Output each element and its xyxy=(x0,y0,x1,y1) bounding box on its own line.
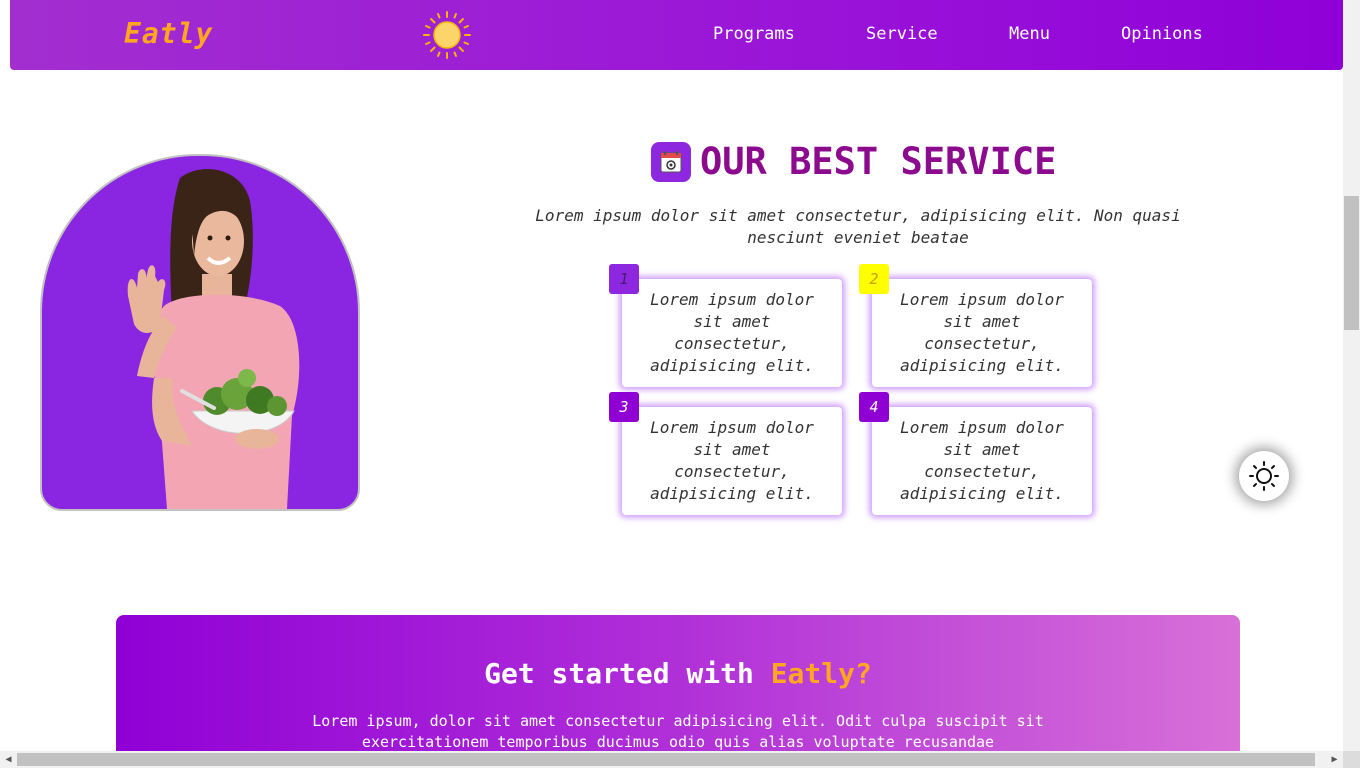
nav-link-menu[interactable]: Menu xyxy=(1009,24,1050,44)
service-card-text: Lorem ipsum dolor sit amet consectetur, … xyxy=(650,418,814,503)
nav-link-service[interactable]: Service xyxy=(866,24,938,44)
section-title: OUR BEST SERVICE xyxy=(700,140,1057,183)
scroll-left-arrow-icon[interactable]: ◀ xyxy=(0,751,17,768)
woman-with-salad-illustration xyxy=(127,169,300,509)
card-number-badge-2: 2 xyxy=(859,264,889,294)
scrollbar-corner xyxy=(1343,751,1360,768)
logo[interactable]: Eatly xyxy=(124,17,213,50)
cta-title: Get started with Eatly? xyxy=(116,657,1240,690)
scroll-right-arrow-icon[interactable]: ▶ xyxy=(1326,751,1343,768)
cta-banner: Get started with Eatly? Lorem ipsum, dol… xyxy=(116,615,1240,765)
cta-title-accent: Eatly? xyxy=(770,657,872,690)
navbar: Eatly Programs Service Menu Opinions xyxy=(10,0,1343,70)
service-card-1: Lorem ipsum dolor sit amet consectetur, … xyxy=(622,279,842,387)
nav-link-opinions[interactable]: Opinions xyxy=(1121,24,1203,44)
service-card-2: Lorem ipsum dolor sit amet consectetur, … xyxy=(872,279,1092,387)
card-number-badge-3: 3 xyxy=(609,392,639,422)
calendar-icon xyxy=(651,142,691,182)
horizontal-scrollbar-thumb[interactable] xyxy=(17,753,1315,766)
service-card-3: Lorem ipsum dolor sit amet consectetur, … xyxy=(622,407,842,515)
sun-outline-icon xyxy=(1249,461,1279,491)
service-card-4: Lorem ipsum dolor sit amet consectetur, … xyxy=(872,407,1092,515)
service-card-text: Lorem ipsum dolor sit amet consectetur, … xyxy=(900,418,1064,503)
cta-title-prefix: Get started with xyxy=(484,657,771,690)
nav-link-programs[interactable]: Programs xyxy=(713,24,795,44)
section-description: Lorem ipsum dolor sit amet consectetur, … xyxy=(535,206,1181,247)
theme-toggle-button[interactable] xyxy=(1239,451,1289,501)
vertical-scrollbar[interactable] xyxy=(1343,0,1360,751)
card-number-badge-4: 4 xyxy=(859,392,889,422)
service-card-text: Lorem ipsum dolor sit amet consectetur, … xyxy=(650,290,814,375)
sun-icon xyxy=(423,11,471,59)
service-card-text: Lorem ipsum dolor sit amet consectetur, … xyxy=(900,290,1064,375)
cta-text: Lorem ipsum, dolor sit amet consectetur … xyxy=(312,712,1044,751)
card-number-badge-1: 1 xyxy=(609,264,639,294)
hero-photo xyxy=(40,154,360,511)
vertical-scrollbar-thumb[interactable] xyxy=(1344,196,1359,330)
